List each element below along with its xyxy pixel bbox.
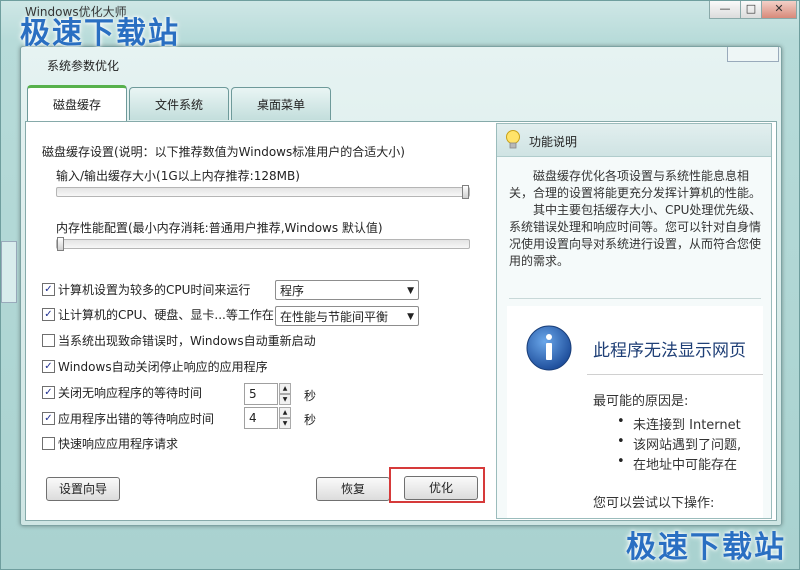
close-wait-stepper[interactable]: ▲ ▼ (279, 383, 291, 405)
cpu-time-label: 计算机设置为较多的CPU时间来运行 (58, 283, 251, 297)
fast-response-label: 快速响应应用程序请求 (58, 437, 179, 451)
cpu-time-checkbox[interactable]: ✓ (42, 283, 55, 296)
info-paragraph-2: 其中主要包括缓存大小、CPU处理优先级、系统错误处理和响应时间等。您可以针对自身… (509, 203, 762, 268)
hw-mode-combo[interactable]: 在性能与节能间平衡 ▼ (275, 306, 419, 326)
chevron-down-icon[interactable]: ▼ (279, 394, 291, 405)
maximize-button[interactable]: □ (740, 1, 762, 19)
tab-disk-cache[interactable]: 磁盘缓存 (27, 85, 127, 122)
memory-perf-slider[interactable] (56, 237, 470, 251)
chevron-down-icon[interactable]: ▼ (279, 418, 291, 429)
info-title: 功能说明 (529, 135, 578, 149)
auto-close-label: Windows自动关闭停止响应的应用程序 (58, 360, 268, 374)
info-text: 磁盘缓存优化各项设置与系统性能息息相关，合理的设置将能更充分发挥计算机的性能。 … (509, 168, 763, 270)
left-scroll-strip (1, 241, 17, 303)
close-wait-checkbox[interactable]: ✓ (42, 386, 55, 399)
web-error-divider (587, 374, 763, 375)
close-wait-input[interactable]: 5 (244, 383, 278, 405)
reason-3: 在地址中可能存在 (633, 458, 738, 473)
memory-perf-label: 内存性能配置(最小内存消耗:普通用户推荐,Windows 默认值) (56, 221, 383, 235)
info-header: 功能说明 (497, 124, 771, 157)
bullet-3: • (617, 454, 625, 469)
info-divider (509, 298, 761, 299)
close-wait-unit: 秒 (304, 389, 317, 403)
error-wait-label: 应用程序出错的等待响应时间 (58, 412, 215, 426)
error-wait-input[interactable]: 4 (244, 407, 278, 429)
info-panel: 功能说明 磁盘缓存优化各项设置与系统性能息息相关，合理的设置将能更充分发挥计算机… (496, 123, 772, 519)
dialog-close-area[interactable] (727, 47, 779, 62)
auto-restart-checkbox[interactable] (42, 334, 55, 347)
watermark-bottom: 极速下载站 (626, 530, 786, 565)
hw-mode-checkbox[interactable]: ✓ (42, 308, 55, 321)
io-buffer-label: 输入/输出缓存大小(1G以上内存推荐:128MB) (56, 169, 300, 183)
web-error-view: 此程序无法显示网页 最可能的原因是: • 未连接到 Internet • 该网站… (507, 306, 763, 518)
chevron-down-icon: ▼ (407, 312, 414, 322)
cpu-time-combo[interactable]: 程序 ▼ (275, 280, 419, 300)
dialog-title: 系统参数优化 (47, 59, 120, 73)
error-wait-checkbox[interactable]: ✓ (42, 412, 55, 425)
auto-close-checkbox[interactable]: ✓ (42, 360, 55, 373)
io-buffer-slider-thumb[interactable] (462, 185, 469, 199)
close-wait-label: 关闭无响应程序的等待时间 (58, 386, 203, 400)
auto-restart-label: 当系统出现致命错误时，Windows自动重新启动 (58, 334, 316, 348)
hw-mode-combo-value: 在性能与节能间平衡 (280, 310, 389, 324)
error-wait-stepper[interactable]: ▲ ▼ (279, 407, 291, 429)
disk-cache-section-title: 磁盘缓存设置(说明：以下推荐数值为Windows标准用户的合适大小) (42, 145, 405, 159)
cpu-time-combo-value: 程序 (280, 284, 305, 298)
watermark-top: 极速下载站 (20, 16, 180, 51)
reason-1: 未连接到 Internet (633, 418, 741, 433)
bullet-2: • (617, 434, 625, 449)
chevron-up-icon[interactable]: ▲ (279, 407, 291, 418)
setup-wizard-button[interactable]: 设置向导 (46, 477, 120, 501)
io-buffer-slider[interactable] (56, 185, 470, 199)
highlight-box (389, 467, 485, 503)
fast-response-checkbox[interactable] (42, 437, 55, 450)
error-wait-unit: 秒 (304, 413, 317, 427)
chevron-down-icon: ▼ (407, 286, 414, 296)
web-error-heading: 此程序无法显示网页 (593, 341, 746, 361)
restore-button[interactable]: 恢复 (316, 477, 390, 501)
hw-mode-label: 让计算机的CPU、硬盘、显卡...等工作在 (58, 308, 274, 322)
reason-2: 该网站遇到了问题, (633, 438, 742, 453)
info-icon (526, 325, 572, 371)
bullet-1: • (617, 414, 625, 429)
memory-perf-slider-thumb[interactable] (57, 237, 64, 251)
close-button[interactable]: ✕ (761, 1, 797, 19)
chevron-up-icon[interactable]: ▲ (279, 383, 291, 394)
tab-desktop-menu[interactable]: 桌面菜单 (231, 87, 331, 120)
minimize-button[interactable]: — (709, 1, 741, 19)
try-text: 您可以尝试以下操作: (593, 496, 715, 511)
lightbulb-icon (506, 130, 520, 149)
reasons-title: 最可能的原因是: (593, 394, 689, 409)
tab-file-system[interactable]: 文件系统 (129, 87, 229, 120)
info-paragraph-1: 磁盘缓存优化各项设置与系统性能息息相关，合理的设置将能更充分发挥计算机的性能。 (509, 169, 762, 200)
